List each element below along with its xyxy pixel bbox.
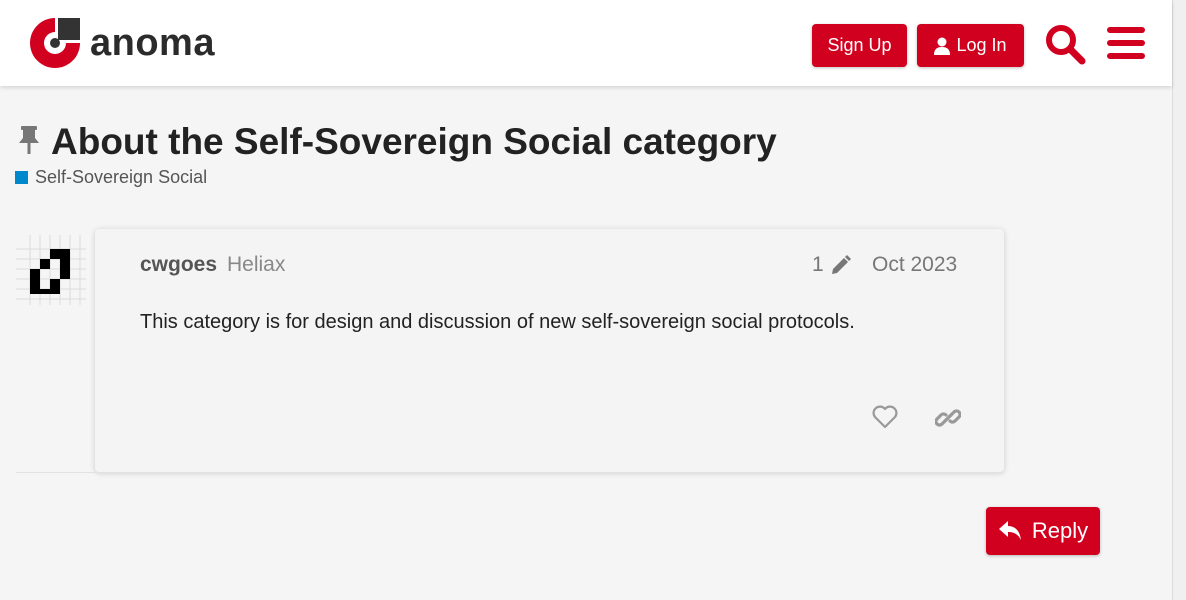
user-icon xyxy=(934,37,951,55)
post-divider xyxy=(16,472,1004,473)
site-logo[interactable]: anoma xyxy=(28,16,215,70)
log-in-button[interactable]: Log In xyxy=(917,24,1024,67)
anoma-logo-icon xyxy=(30,18,80,68)
topic-title[interactable]: About the Self-Sovereign Social category xyxy=(51,120,777,164)
search-icon[interactable] xyxy=(1044,23,1086,70)
pin-icon xyxy=(16,125,42,160)
logo-text: anoma xyxy=(90,22,215,64)
edit-count: 1 xyxy=(812,253,824,276)
category-color-swatch xyxy=(15,171,28,184)
site-header: anoma Sign Up Log In xyxy=(0,0,1172,86)
reply-label: Reply xyxy=(1031,518,1089,543)
edit-history-button[interactable]: 1 xyxy=(812,253,852,277)
post-username[interactable]: cwgoes xyxy=(140,253,217,277)
category-badge[interactable]: Self-Sovereign Social xyxy=(15,167,207,188)
reply-button[interactable]: Reply xyxy=(986,507,1100,555)
category-label: Self-Sovereign Social xyxy=(35,167,208,187)
post-body: This category is for design and discussi… xyxy=(140,311,855,333)
heart-icon[interactable] xyxy=(872,405,898,434)
log-in-label: Log In xyxy=(956,35,1007,55)
post-date[interactable]: Oct 2023 xyxy=(872,253,957,277)
sign-up-button[interactable]: Sign Up xyxy=(812,24,907,67)
post-user-title: Heliax xyxy=(227,253,286,276)
hamburger-menu-icon[interactable] xyxy=(1107,26,1145,65)
page-scrollbar[interactable] xyxy=(1172,0,1186,600)
pencil-icon xyxy=(831,255,851,274)
reply-arrow-icon xyxy=(998,521,1021,540)
link-icon[interactable] xyxy=(934,405,962,436)
sign-up-label: Sign Up xyxy=(827,35,892,55)
post-card: cwgoes Heliax 1 Oct 2023 This category i… xyxy=(95,229,1004,472)
avatar[interactable] xyxy=(16,235,86,310)
